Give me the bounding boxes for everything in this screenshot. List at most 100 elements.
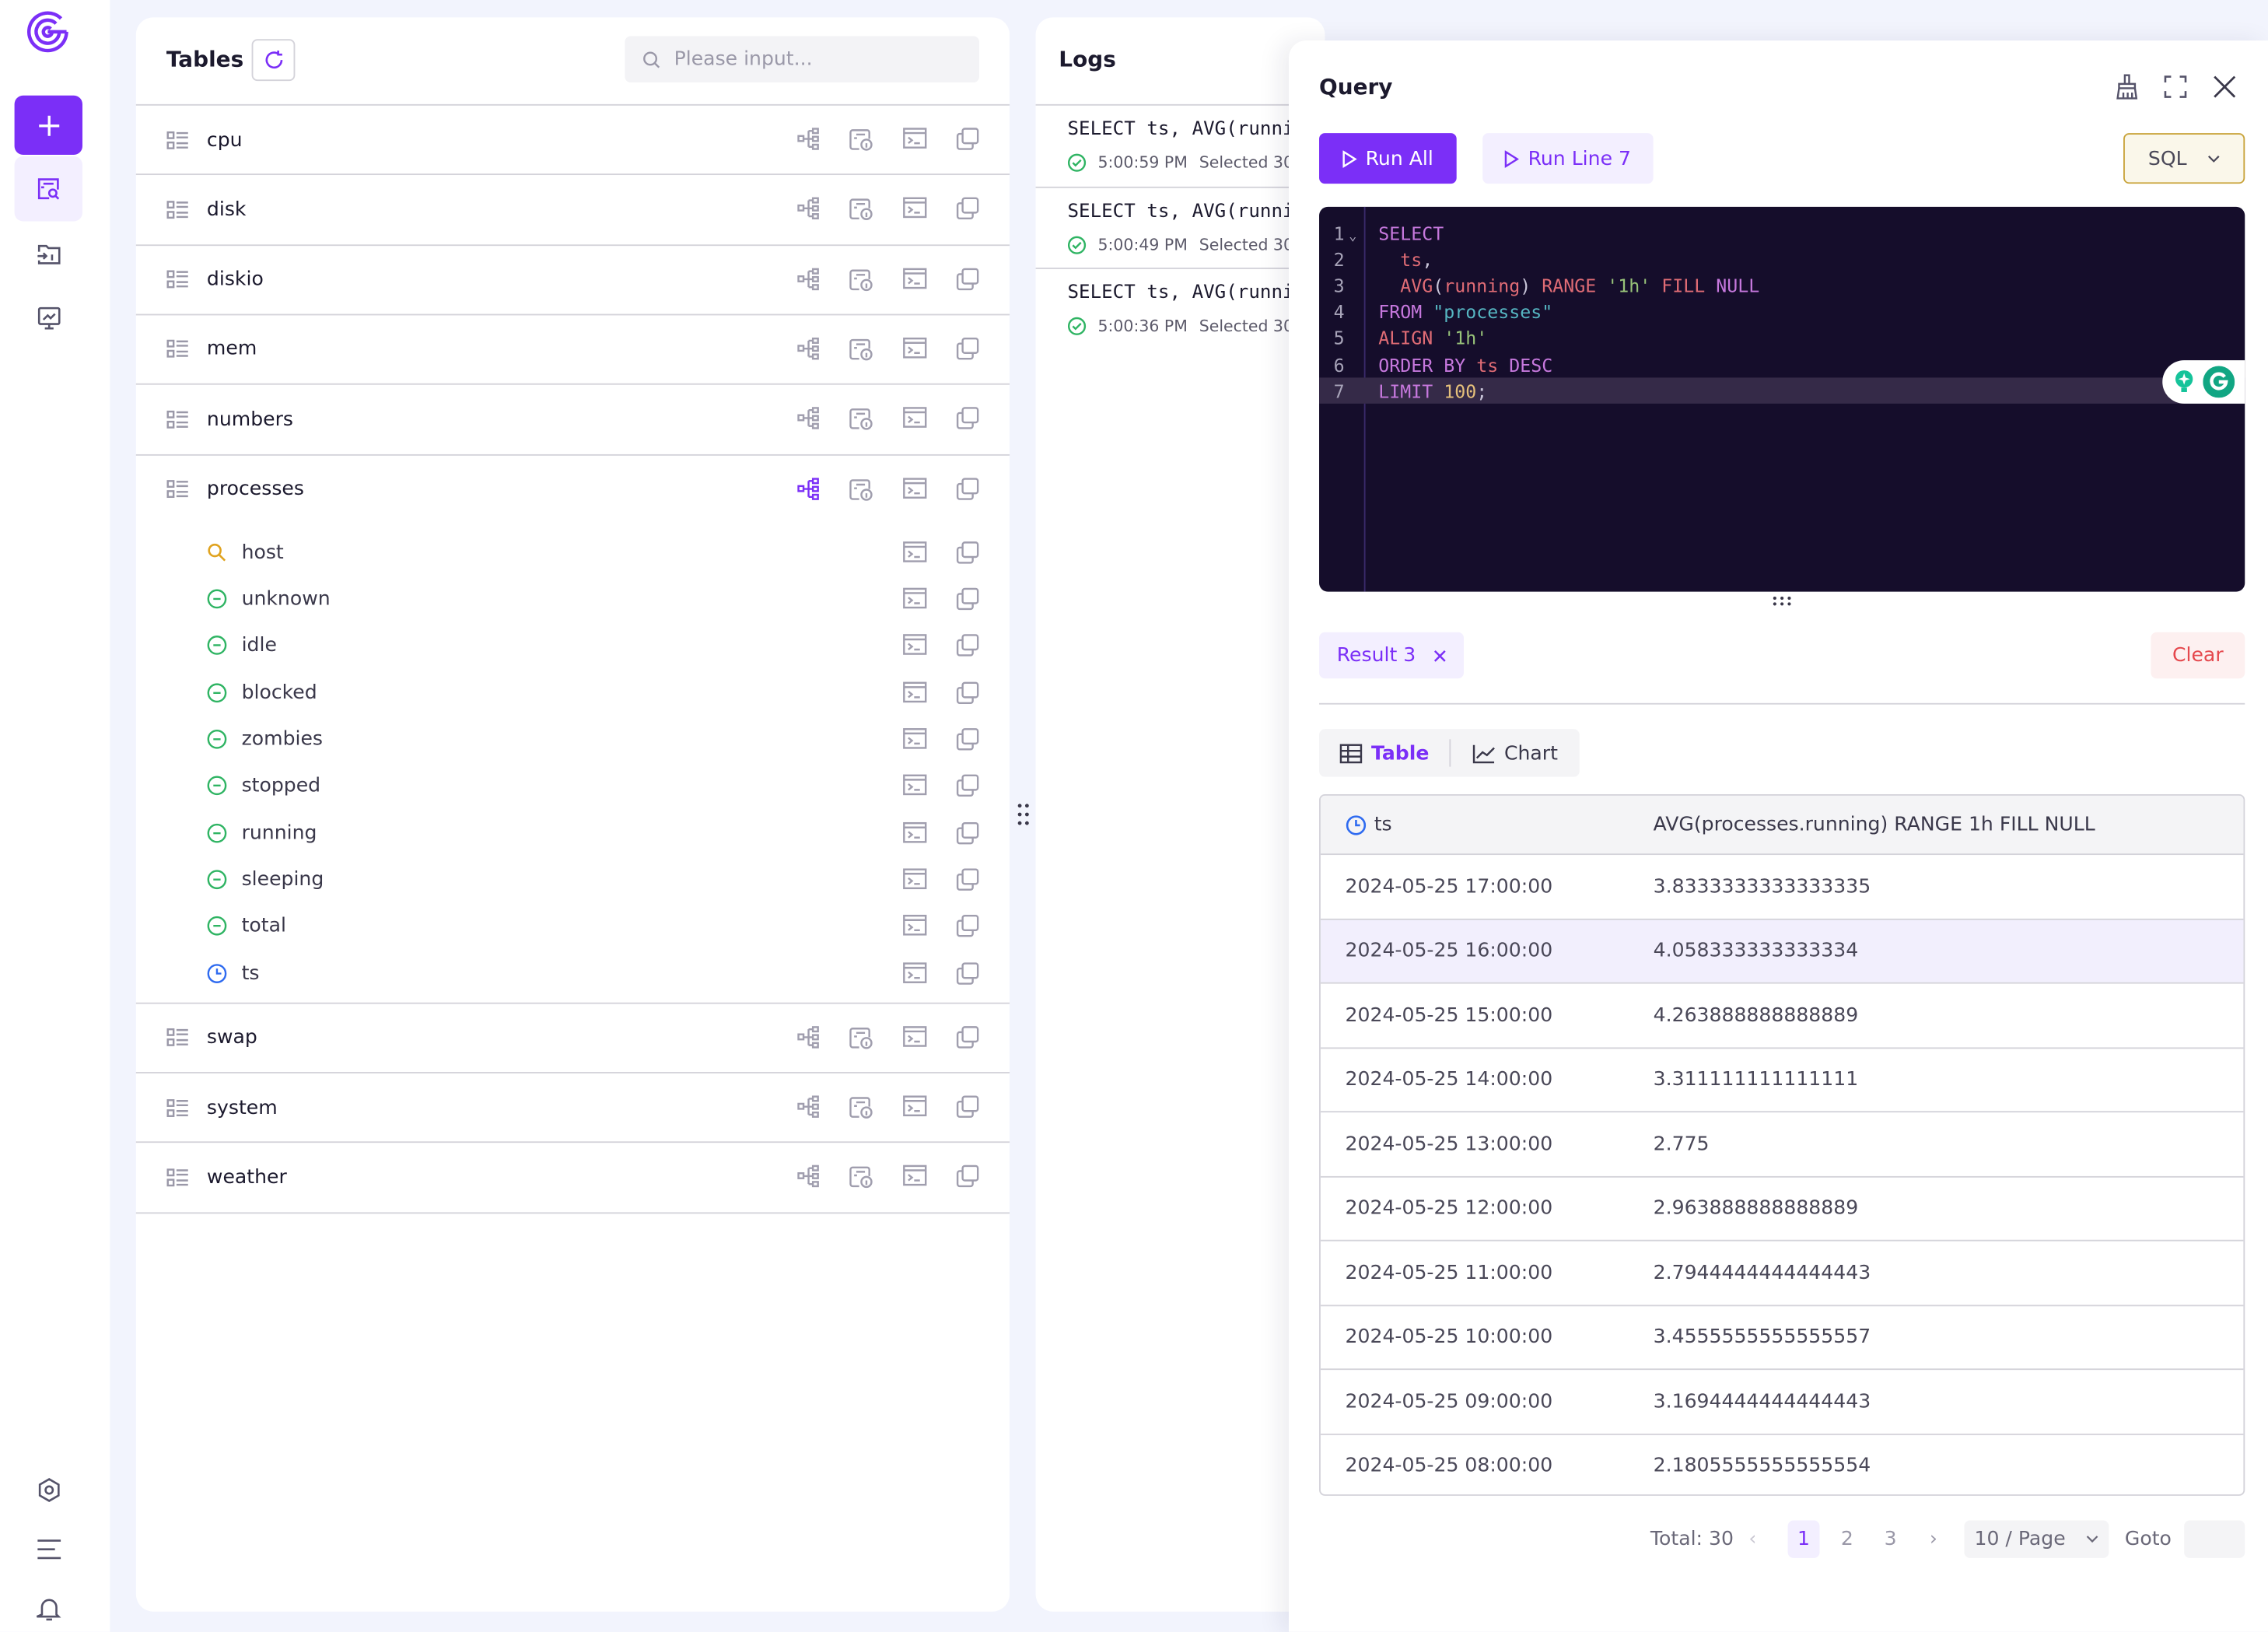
column-row[interactable]: sleeping (136, 856, 1010, 903)
table-row[interactable]: swap (135, 1002, 1010, 1071)
copy-icon[interactable] (941, 1095, 994, 1120)
table-row[interactable]: 2024-05-25 11:00:00 2.7944444444444443 (1320, 1239, 2244, 1305)
copy-icon[interactable] (941, 477, 994, 502)
insert-query-icon[interactable] (888, 267, 941, 292)
refresh-button[interactable] (251, 39, 296, 82)
page-size-select[interactable]: 10 / Page (1964, 1520, 2109, 1558)
column-row[interactable]: unknown (136, 576, 1010, 622)
nav-dashboard[interactable] (15, 288, 82, 347)
column-row[interactable]: total (136, 903, 1010, 950)
new-query-button[interactable] (14, 95, 83, 155)
insert-query-icon[interactable] (888, 128, 941, 152)
table-info-icon[interactable] (835, 267, 888, 292)
insert-query-icon[interactable] (888, 1165, 941, 1190)
nav-menu[interactable] (15, 1519, 82, 1578)
insert-query-icon[interactable] (888, 868, 941, 891)
copy-icon[interactable] (941, 128, 994, 152)
schema-tree-icon[interactable] (782, 128, 835, 152)
log-item[interactable]: SELECT ts, AVG(running) RANGE '1h' FILL … (1035, 268, 1325, 351)
table-view-tab[interactable]: Table (1319, 729, 1449, 776)
insert-query-icon[interactable] (888, 821, 941, 845)
schema-tree-icon[interactable] (782, 1165, 835, 1190)
table-row[interactable]: 2024-05-25 14:00:00 3.311111111111111 (1320, 1046, 2244, 1111)
copy-icon[interactable] (941, 587, 994, 611)
grammarly-widget[interactable] (2162, 360, 2245, 404)
table-row[interactable]: 2024-05-25 09:00:00 3.1694444444444443 (1320, 1368, 2244, 1433)
column-row[interactable]: stopped (136, 763, 1010, 810)
table-info-icon[interactable] (835, 128, 888, 152)
table-row[interactable]: 2024-05-25 17:00:00 3.8333333333333335 (1320, 853, 2244, 918)
table-info-icon[interactable] (835, 1095, 888, 1120)
table-row[interactable]: 2024-05-25 10:00:00 3.4555555555555557 (1320, 1304, 2244, 1369)
log-item[interactable]: SELECT ts, AVG(running) RANGE '1h' FILL … (1035, 186, 1325, 268)
insert-query-icon[interactable] (888, 587, 941, 611)
column-row[interactable]: ts (136, 950, 1010, 996)
table-row[interactable]: 2024-05-25 12:00:00 2.963888888888889 (1320, 1175, 2244, 1240)
schema-tree-icon[interactable] (782, 407, 835, 432)
schema-tree-icon[interactable] (782, 1095, 835, 1120)
table-row[interactable]: mem (135, 313, 1010, 383)
insert-query-icon[interactable] (888, 407, 941, 432)
column-row[interactable]: running (136, 810, 1010, 856)
table-info-icon[interactable] (835, 1025, 888, 1050)
nav-settings[interactable] (15, 1459, 82, 1518)
schema-tree-icon[interactable] (782, 1025, 835, 1050)
language-select[interactable]: SQL (2123, 133, 2245, 184)
clear-editor-button[interactable] (2115, 74, 2140, 100)
table-row[interactable]: 2024-05-25 15:00:00 4.263888888888889 (1320, 982, 2244, 1047)
copy-icon[interactable] (941, 541, 994, 564)
page-button[interactable]: 2 (1831, 1521, 1863, 1558)
table-row[interactable]: weather (135, 1142, 1010, 1211)
insert-query-icon[interactable] (888, 681, 941, 704)
nav-query[interactable] (14, 156, 83, 222)
copy-icon[interactable] (941, 774, 994, 797)
table-row[interactable]: 2024-05-25 16:00:00 4.058333333333334 (1320, 917, 2244, 982)
table-info-icon[interactable] (835, 407, 888, 432)
next-page-button[interactable]: › (1930, 1521, 1937, 1558)
table-row[interactable]: cpu (135, 103, 1010, 173)
insert-query-icon[interactable] (888, 634, 941, 657)
copy-icon[interactable] (941, 634, 994, 657)
copy-icon[interactable] (941, 407, 994, 432)
table-row[interactable]: system (135, 1072, 1010, 1141)
close-icon[interactable] (1433, 649, 1447, 662)
table-row[interactable]: 2024-05-25 08:00:00 2.1805555555555554 (1320, 1433, 2244, 1494)
table-search-input[interactable]: Please input... (625, 36, 980, 83)
table-row[interactable]: disk (135, 173, 1010, 243)
insert-query-icon[interactable] (888, 477, 941, 502)
nav-ingest[interactable] (15, 224, 82, 283)
logo-icon[interactable] (22, 5, 74, 58)
fold-chevron-icon[interactable]: ⌄ (1349, 230, 1356, 245)
insert-query-icon[interactable] (888, 1095, 941, 1120)
table-row[interactable]: 2024-05-25 13:00:00 2.775 (1320, 1111, 2244, 1175)
copy-icon[interactable] (941, 1025, 994, 1050)
copy-icon[interactable] (941, 337, 994, 362)
fullscreen-button[interactable] (2164, 75, 2187, 99)
column-row[interactable]: blocked (136, 669, 1010, 716)
column-row[interactable]: idle (136, 622, 1010, 669)
chart-view-tab[interactable]: Chart (1451, 729, 1580, 776)
insert-query-icon[interactable] (888, 541, 941, 564)
schema-tree-icon[interactable] (782, 267, 835, 292)
copy-icon[interactable] (941, 727, 994, 751)
nav-notifications[interactable] (15, 1578, 82, 1632)
schema-tree-icon[interactable] (782, 197, 835, 222)
insert-query-icon[interactable] (888, 1025, 941, 1050)
copy-icon[interactable] (941, 868, 994, 891)
log-item[interactable]: SELECT ts, AVG(running) RANGE '1h' FILL … (1035, 103, 1325, 187)
column-header-avg[interactable]: AVG(processes.running) RANGE 1h FILL NUL… (1654, 813, 2095, 836)
page-button[interactable]: 1 (1787, 1520, 1820, 1558)
column-header-ts[interactable]: ts (1346, 813, 1392, 836)
table-row[interactable]: processes (135, 454, 1010, 523)
panel-resize-handle[interactable] (1017, 803, 1030, 826)
copy-icon[interactable] (941, 821, 994, 845)
prev-page-button[interactable]: ‹ (1748, 1521, 1756, 1558)
table-row[interactable]: diskio (135, 243, 1010, 313)
table-info-icon[interactable] (835, 337, 888, 362)
table-info-icon[interactable] (835, 1165, 888, 1190)
copy-icon[interactable] (941, 915, 994, 938)
insert-query-icon[interactable] (888, 197, 941, 222)
sql-editor[interactable]: 1 ⌄ SELECT 2 ts, 3 AVG(running) RANGE '1h' F… (1319, 206, 2245, 592)
result-tab[interactable]: Result 3 (1319, 632, 1465, 679)
run-all-button[interactable]: Run All (1319, 133, 1457, 184)
